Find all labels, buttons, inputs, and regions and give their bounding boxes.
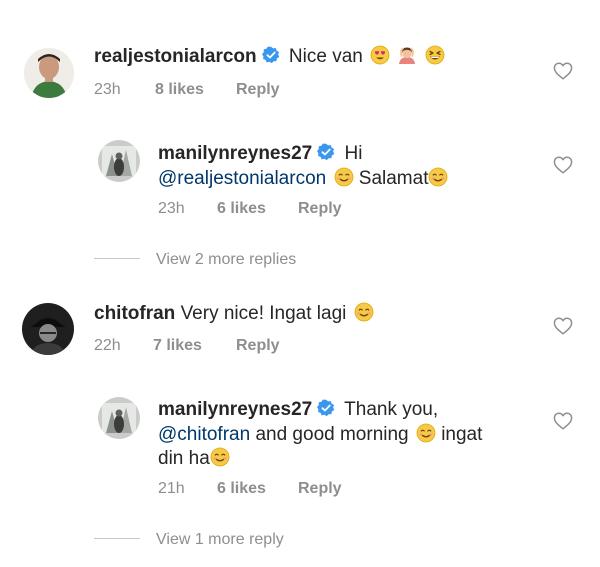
- smiling-face-emoji-icon: [334, 167, 354, 187]
- comment-meta: 22h 7 likes Reply: [94, 337, 394, 357]
- timestamp: 21h: [158, 480, 185, 497]
- likes-count[interactable]: 7 likes: [153, 337, 202, 355]
- view-more-label[interactable]: View 1 more reply: [156, 531, 284, 548]
- smiling-face-emoji-icon: [428, 167, 448, 187]
- like-heart-icon[interactable]: [553, 412, 573, 430]
- likes-count[interactable]: 6 likes: [217, 480, 266, 498]
- comment-meta: 23h 8 likes Reply: [94, 81, 394, 101]
- avatar[interactable]: [24, 48, 74, 98]
- timestamp: 22h: [94, 337, 121, 354]
- comment-body: Nice van: [288, 46, 363, 67]
- comment-meta: 23h 6 likes Reply: [158, 200, 458, 220]
- comment-body: Hi: [344, 143, 363, 164]
- timestamp: 23h: [94, 81, 121, 98]
- mention-link[interactable]: @chitofran: [158, 424, 250, 445]
- divider: [94, 538, 140, 539]
- verified-badge-icon: [317, 399, 335, 417]
- comment-body: Very nice! Ingat lagi: [180, 303, 347, 324]
- comment-text: realjestonialarcon Nice van: [94, 45, 445, 69]
- like-heart-icon[interactable]: [553, 156, 573, 174]
- verified-badge-icon: [262, 46, 280, 64]
- comment-body: and good morning: [255, 424, 409, 445]
- view-more-replies-button[interactable]: View 2 more replies: [94, 251, 296, 269]
- comment-text: manilynreynes27 Hi: [158, 142, 362, 166]
- like-heart-icon[interactable]: [553, 317, 573, 335]
- likes-count[interactable]: 8 likes: [155, 81, 204, 99]
- comment-text: manilynreynes27 Thank you,: [158, 398, 438, 422]
- username[interactable]: manilynreynes27: [158, 399, 312, 420]
- previous-comment-fragment: [150, 0, 210, 2]
- avatar[interactable]: [98, 140, 140, 182]
- comment-meta: 21h 6 likes Reply: [158, 480, 458, 500]
- comment-text-line-2: @realjestonialarcon Salamat: [158, 167, 448, 191]
- mention-link[interactable]: @realjestonialarcon: [158, 168, 326, 189]
- comment-body: din ha: [158, 448, 210, 469]
- smiling-face-emoji-icon: [354, 302, 374, 322]
- view-more-label[interactable]: View 2 more replies: [156, 251, 296, 268]
- avatar[interactable]: [22, 303, 74, 355]
- heart-eyes-emoji-icon: [370, 45, 390, 65]
- reply-button[interactable]: Reply: [236, 337, 280, 355]
- timestamp: 23h: [158, 200, 185, 217]
- reply-button[interactable]: Reply: [298, 200, 342, 218]
- smiling-face-emoji-icon: [210, 447, 230, 467]
- grinning-squinting-emoji-icon: [425, 45, 445, 65]
- like-heart-icon[interactable]: [553, 62, 573, 80]
- verified-badge-icon: [317, 143, 335, 161]
- avatar[interactable]: [98, 397, 140, 439]
- username[interactable]: manilynreynes27: [158, 143, 312, 164]
- reply-button[interactable]: Reply: [298, 480, 342, 498]
- comment-text-line-2: @chitofran and good morning ingat: [158, 423, 482, 447]
- person-gesturing-ok-emoji-icon: [399, 47, 416, 64]
- comment-body: Thank you,: [344, 399, 439, 420]
- likes-count[interactable]: 6 likes: [217, 200, 266, 218]
- view-more-replies-button[interactable]: View 1 more reply: [94, 531, 284, 549]
- smiling-face-emoji-icon: [416, 423, 436, 443]
- reply-button[interactable]: Reply: [236, 81, 280, 99]
- divider: [94, 258, 140, 259]
- comment-text-line-3: din ha: [158, 447, 230, 471]
- comment-text: chitofran Very nice! Ingat lagi: [94, 302, 374, 326]
- comment-body: ingat: [441, 424, 483, 445]
- username[interactable]: realjestonialarcon: [94, 46, 257, 67]
- username[interactable]: chitofran: [94, 303, 175, 324]
- comment-body: Salamat: [358, 168, 429, 189]
